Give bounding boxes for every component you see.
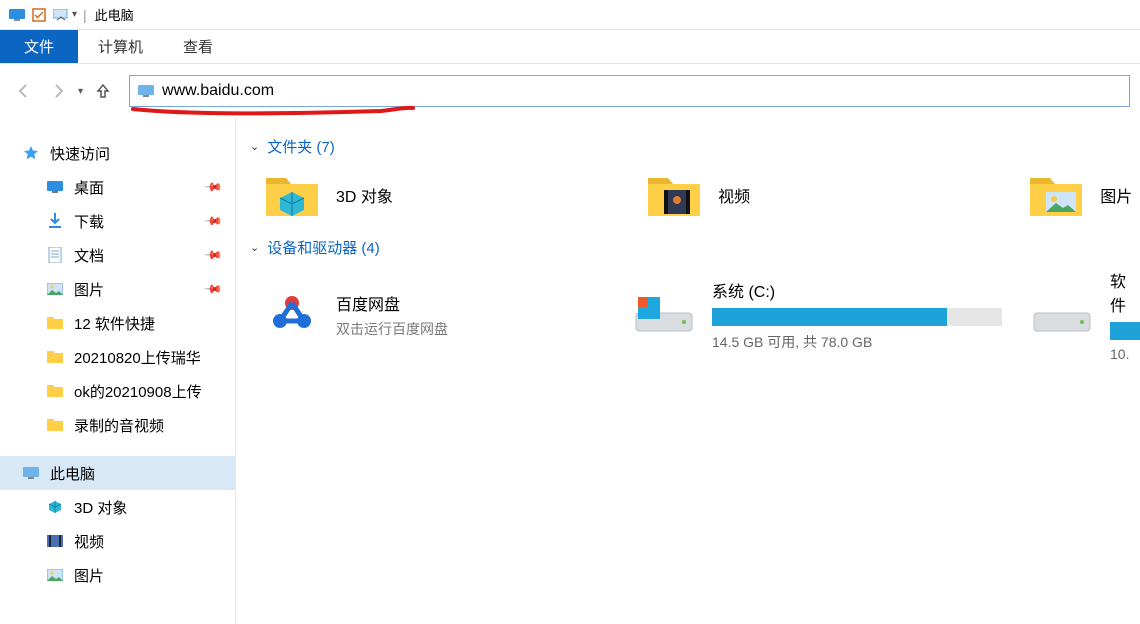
tree-label: 桌面 bbox=[74, 177, 104, 198]
baidu-netdisk-icon bbox=[264, 287, 320, 343]
tree-label: 12 软件快捷 bbox=[74, 313, 155, 334]
pin-icon: 📌 bbox=[203, 211, 223, 231]
tree-pc-videos[interactable]: 视频 bbox=[0, 524, 235, 558]
tree-quick-folder-3[interactable]: ok的20210908上传 bbox=[0, 374, 235, 408]
tree-label: 图片 bbox=[74, 565, 104, 586]
folder-videos[interactable]: 视频 bbox=[646, 167, 1000, 223]
tree-quick-folder-1[interactable]: 12 软件快捷 bbox=[0, 306, 235, 340]
folder-icon bbox=[46, 416, 64, 434]
drive-usage-bar bbox=[1110, 322, 1140, 340]
desktop-icon bbox=[46, 178, 64, 196]
group-header-label: 设备和驱动器 (4) bbox=[267, 237, 380, 258]
pin-icon: 📌 bbox=[203, 279, 223, 299]
item-label: 视频 bbox=[718, 183, 750, 207]
folder-icon bbox=[46, 382, 64, 400]
window-title: 此电脑 bbox=[95, 5, 134, 24]
properties-qat-icon[interactable] bbox=[28, 8, 50, 22]
tree-label: 下载 bbox=[74, 211, 104, 232]
navigation-tree: 快速访问 桌面 📌 下载 📌 文档 📌 bbox=[0, 118, 236, 624]
tree-label: 快速访问 bbox=[50, 143, 110, 164]
drive-usage-bar bbox=[712, 308, 1002, 326]
folder-3d-objects[interactable]: 3D 对象 bbox=[264, 167, 618, 223]
item-label: 3D 对象 bbox=[336, 183, 393, 207]
item-baidu-netdisk[interactable]: 百度网盘 双击运行百度网盘 bbox=[264, 268, 604, 362]
tree-quick-folder-2[interactable]: 20210820上传瑞华 bbox=[0, 340, 235, 374]
chevron-down-icon: ⌄ bbox=[250, 140, 259, 153]
tree-quick-folder-4[interactable]: 录制的音视频 bbox=[0, 408, 235, 442]
document-icon bbox=[46, 246, 64, 264]
pc-icon bbox=[6, 9, 28, 21]
tree-this-pc[interactable]: 此电脑 bbox=[0, 456, 235, 490]
pc-icon bbox=[22, 464, 40, 482]
pictures-icon bbox=[46, 566, 64, 584]
tree-desktop[interactable]: 桌面 📌 bbox=[0, 170, 235, 204]
tree-label: 3D 对象 bbox=[74, 497, 127, 518]
annotation-underline bbox=[131, 105, 421, 119]
folder-videos-icon bbox=[646, 167, 702, 223]
nav-history-dropdown[interactable]: ▾ bbox=[78, 86, 83, 97]
nav-forward-button[interactable] bbox=[44, 77, 72, 105]
tree-pc-3d[interactable]: 3D 对象 bbox=[0, 490, 235, 524]
item-sublabel: 双击运行百度网盘 bbox=[336, 319, 448, 339]
drive-label: 系统 (C:) bbox=[712, 278, 1002, 302]
download-icon bbox=[46, 212, 64, 230]
star-icon bbox=[22, 144, 40, 162]
address-bar-text: www.baidu.com bbox=[162, 82, 274, 100]
tab-view[interactable]: 查看 bbox=[163, 30, 233, 63]
window-titlebar: ▾ | 此电脑 bbox=[0, 0, 1140, 30]
folder-icon bbox=[46, 314, 64, 332]
navigation-row: ▾ www.baidu.com bbox=[0, 64, 1140, 118]
item-label: 图片 bbox=[1100, 183, 1132, 207]
group-header-folders[interactable]: ⌄ 文件夹 (7) bbox=[250, 136, 1140, 157]
item-label: 百度网盘 bbox=[336, 291, 448, 315]
drive-usage-text: 10. bbox=[1110, 346, 1140, 362]
folder-pictures-icon bbox=[1028, 167, 1084, 223]
tree-label: 此电脑 bbox=[50, 463, 95, 484]
qat-dropdown-icon[interactable] bbox=[50, 9, 72, 21]
drive-2[interactable]: 软件 10. bbox=[1030, 268, 1140, 362]
qat-more-icon[interactable]: ▾ bbox=[72, 9, 77, 20]
tree-label: 录制的音视频 bbox=[74, 415, 164, 436]
titlebar-divider: | bbox=[83, 7, 87, 23]
tree-downloads[interactable]: 下载 📌 bbox=[0, 204, 235, 238]
tree-label: 文档 bbox=[74, 245, 104, 266]
nav-up-button[interactable] bbox=[89, 77, 117, 105]
chevron-down-icon: ⌄ bbox=[250, 241, 259, 254]
pin-icon: 📌 bbox=[203, 177, 223, 197]
tree-quick-access[interactable]: 快速访问 bbox=[0, 136, 235, 170]
tree-label: 图片 bbox=[74, 279, 104, 300]
drive-label: 软件 bbox=[1110, 268, 1140, 316]
film-icon bbox=[46, 532, 64, 550]
drive-usage-text: 14.5 GB 可用, 共 78.0 GB bbox=[712, 332, 1002, 352]
drive-c[interactable]: 系统 (C:) 14.5 GB 可用, 共 78.0 GB bbox=[632, 268, 1002, 362]
group-header-label: 文件夹 (7) bbox=[267, 136, 335, 157]
content-pane: ⌄ 文件夹 (7) 3D 对象 bbox=[236, 118, 1140, 624]
address-bar[interactable]: www.baidu.com bbox=[129, 75, 1130, 107]
addressbar-pc-icon bbox=[138, 85, 154, 97]
ribbon-tabs: 文件 计算机 查看 bbox=[0, 30, 1140, 64]
tree-label: ok的20210908上传 bbox=[74, 381, 202, 402]
tree-documents[interactable]: 文档 📌 bbox=[0, 238, 235, 272]
tab-file[interactable]: 文件 bbox=[0, 30, 78, 63]
pin-icon: 📌 bbox=[203, 245, 223, 265]
folder-3d-icon bbox=[264, 167, 320, 223]
tree-pc-pictures[interactable]: 图片 bbox=[0, 558, 235, 592]
tree-label: 视频 bbox=[74, 531, 104, 552]
nav-back-button[interactable] bbox=[10, 77, 38, 105]
tree-pictures[interactable]: 图片 📌 bbox=[0, 272, 235, 306]
tree-label: 20210820上传瑞华 bbox=[74, 347, 201, 368]
group-header-devices[interactable]: ⌄ 设备和驱动器 (4) bbox=[250, 237, 1140, 258]
drive-icon bbox=[1030, 293, 1094, 337]
pictures-icon bbox=[46, 280, 64, 298]
folder-pictures[interactable]: 图片 bbox=[1028, 167, 1140, 223]
tab-computer[interactable]: 计算机 bbox=[78, 30, 163, 63]
folder-icon bbox=[46, 348, 64, 366]
drive-icon bbox=[632, 293, 696, 337]
cube-icon bbox=[46, 498, 64, 516]
